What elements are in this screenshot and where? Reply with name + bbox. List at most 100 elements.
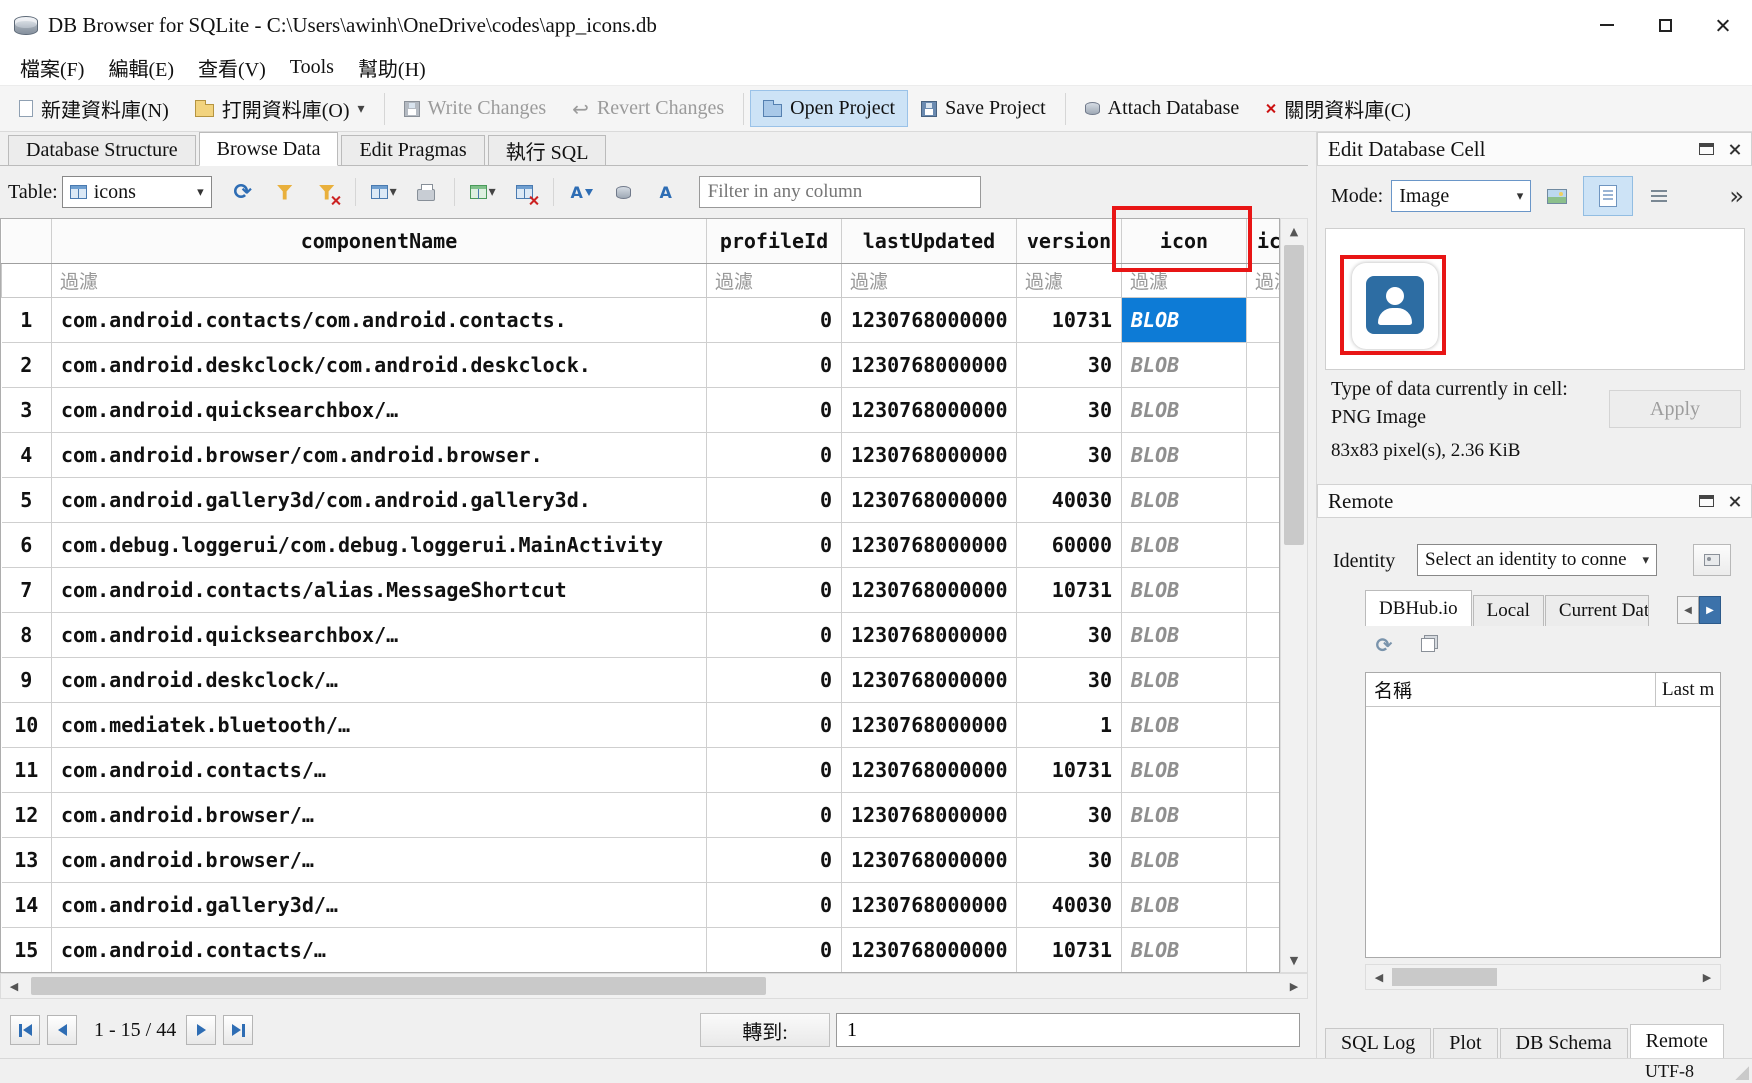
scroll-left-button[interactable]: ◀ bbox=[1366, 965, 1392, 989]
tab-remote[interactable]: Remote bbox=[1630, 1024, 1724, 1058]
column-header-icon[interactable]: icon bbox=[1122, 219, 1247, 263]
cell-version[interactable]: 10731 bbox=[1017, 567, 1122, 612]
remote-column-modified[interactable]: Last m bbox=[1656, 673, 1720, 706]
mode-selector[interactable]: Image ▾ bbox=[1391, 180, 1531, 212]
row-number[interactable]: 10 bbox=[2, 702, 52, 747]
filter-lastupdated[interactable]: 過濾 bbox=[842, 263, 1017, 297]
save-project-button[interactable]: Save Project bbox=[908, 90, 1059, 127]
revert-changes-button[interactable]: ↩ Revert Changes bbox=[559, 90, 737, 128]
next-record-button[interactable] bbox=[186, 1015, 216, 1045]
cell-componentname[interactable]: com.android.browser/… bbox=[52, 837, 707, 882]
cell-profileid[interactable]: 0 bbox=[707, 792, 842, 837]
cell-lastupdated[interactable]: 1230768000000 bbox=[842, 297, 1017, 342]
cell-lastupdated[interactable]: 1230768000000 bbox=[842, 477, 1017, 522]
cell-icon[interactable]: BLOB bbox=[1122, 522, 1247, 567]
filter-cut[interactable]: 過濾 bbox=[1247, 263, 1281, 297]
cell-componentname[interactable]: com.android.browser/com.android.browser. bbox=[52, 432, 707, 477]
text-mode-button[interactable] bbox=[1583, 176, 1633, 216]
close-panel-icon[interactable] bbox=[1728, 495, 1741, 508]
row-number[interactable]: 15 bbox=[2, 927, 52, 972]
edit-format-button[interactable]: A bbox=[647, 174, 685, 210]
remote-scrollbar[interactable]: ◀ ▶ bbox=[1365, 964, 1721, 990]
scroll-right-button[interactable]: ▶ bbox=[1694, 965, 1720, 989]
filter-profileid[interactable]: 過濾 bbox=[707, 263, 842, 297]
open-database-button[interactable]: 打開資料庫(O) ▾ bbox=[182, 87, 378, 130]
cell-cut[interactable] bbox=[1247, 702, 1281, 747]
row-number[interactable]: 8 bbox=[2, 612, 52, 657]
close-database-button[interactable]: 關閉資料庫(C) bbox=[1252, 87, 1424, 130]
cell-version[interactable]: 30 bbox=[1017, 837, 1122, 882]
cell-lastupdated[interactable]: 1230768000000 bbox=[842, 567, 1017, 612]
import-data-button[interactable] bbox=[1539, 178, 1575, 214]
cell-profileid[interactable]: 0 bbox=[707, 702, 842, 747]
cell-lastupdated[interactable]: 1230768000000 bbox=[842, 612, 1017, 657]
remote-column-name[interactable]: 名稱 bbox=[1366, 673, 1656, 706]
cell-profileid[interactable]: 0 bbox=[707, 387, 842, 432]
cell-icon[interactable]: BLOB bbox=[1122, 882, 1247, 927]
cell-componentname[interactable]: com.android.gallery3d/com.android.galler… bbox=[52, 477, 707, 522]
goto-label[interactable]: 轉到: bbox=[700, 1013, 830, 1047]
cell-icon[interactable]: BLOB bbox=[1122, 927, 1247, 972]
encoding-indicator[interactable]: UTF-8 bbox=[1645, 1061, 1694, 1082]
column-header-componentname[interactable]: componentName bbox=[52, 219, 707, 263]
goto-input[interactable] bbox=[836, 1013, 1300, 1047]
row-number[interactable]: 5 bbox=[2, 477, 52, 522]
clear-filters-button[interactable] bbox=[308, 174, 346, 210]
cell-icon[interactable]: BLOB bbox=[1122, 792, 1247, 837]
sort-button[interactable]: A bbox=[563, 174, 601, 210]
table-selector[interactable]: icons ▾ bbox=[62, 176, 212, 208]
corner-header[interactable] bbox=[2, 219, 52, 263]
previous-record-button[interactable] bbox=[47, 1015, 77, 1045]
cell-icon[interactable]: BLOB bbox=[1122, 702, 1247, 747]
float-panel-icon[interactable] bbox=[1699, 143, 1714, 155]
cell-version[interactable]: 30 bbox=[1017, 612, 1122, 657]
cell-icon[interactable]: BLOB bbox=[1122, 477, 1247, 522]
cell-version[interactable]: 1 bbox=[1017, 702, 1122, 747]
row-number[interactable]: 7 bbox=[2, 567, 52, 612]
cell-version[interactable]: 30 bbox=[1017, 792, 1122, 837]
filter-button[interactable] bbox=[266, 174, 304, 210]
table-vertical-scrollbar[interactable]: ▲ ▼ bbox=[1280, 218, 1308, 973]
new-database-button[interactable]: 新建資料庫(N) bbox=[6, 87, 182, 130]
cell-version[interactable]: 10731 bbox=[1017, 747, 1122, 792]
tab-database-structure[interactable]: Database Structure bbox=[8, 135, 196, 165]
maximize-button[interactable] bbox=[1636, 0, 1694, 50]
cell-cut[interactable] bbox=[1247, 882, 1281, 927]
column-header-cut[interactable]: ic bbox=[1247, 219, 1281, 263]
cell-version[interactable]: 30 bbox=[1017, 657, 1122, 702]
cell-lastupdated[interactable]: 1230768000000 bbox=[842, 882, 1017, 927]
cell-lastupdated[interactable]: 1230768000000 bbox=[842, 702, 1017, 747]
scroll-up-button[interactable]: ▲ bbox=[1281, 219, 1307, 243]
tab-scroll-right-button[interactable]: ▶ bbox=[1699, 596, 1721, 624]
cell-cut[interactable] bbox=[1247, 477, 1281, 522]
cell-lastupdated[interactable]: 1230768000000 bbox=[842, 747, 1017, 792]
column-header-version[interactable]: version bbox=[1017, 219, 1122, 263]
manage-identities-button[interactable] bbox=[1693, 544, 1731, 576]
cell-profileid[interactable]: 0 bbox=[707, 837, 842, 882]
tab-plot[interactable]: Plot bbox=[1433, 1028, 1497, 1058]
row-number[interactable]: 3 bbox=[2, 387, 52, 432]
close-panel-icon[interactable] bbox=[1728, 143, 1741, 156]
menu-file[interactable]: 檔案(F) bbox=[8, 51, 96, 84]
scroll-down-button[interactable]: ▼ bbox=[1281, 948, 1307, 972]
tab-current-database[interactable]: Current Dat bbox=[1545, 595, 1649, 626]
scroll-right-button[interactable]: ▶ bbox=[1281, 974, 1307, 998]
column-header-profileid[interactable]: profileId bbox=[707, 219, 842, 263]
cell-icon[interactable]: BLOB bbox=[1122, 837, 1247, 882]
cell-componentname[interactable]: com.android.quicksearchbox/… bbox=[52, 612, 707, 657]
row-number[interactable]: 2 bbox=[2, 342, 52, 387]
overflow-chevron-icon[interactable]: » bbox=[1729, 182, 1744, 210]
close-button[interactable] bbox=[1694, 0, 1752, 50]
last-record-button[interactable] bbox=[223, 1015, 253, 1045]
cell-version[interactable]: 10731 bbox=[1017, 927, 1122, 972]
cell-cut[interactable] bbox=[1247, 567, 1281, 612]
cell-lastupdated[interactable]: 1230768000000 bbox=[842, 432, 1017, 477]
row-number[interactable]: 12 bbox=[2, 792, 52, 837]
cell-componentname[interactable]: com.android.gallery3d/… bbox=[52, 882, 707, 927]
cell-lastupdated[interactable]: 1230768000000 bbox=[842, 657, 1017, 702]
row-number[interactable]: 14 bbox=[2, 882, 52, 927]
row-number[interactable]: 11 bbox=[2, 747, 52, 792]
refresh-button[interactable]: ⟳ bbox=[224, 174, 262, 210]
cell-cut[interactable] bbox=[1247, 432, 1281, 477]
remote-refresh-button[interactable]: ⟳ bbox=[1369, 630, 1399, 660]
